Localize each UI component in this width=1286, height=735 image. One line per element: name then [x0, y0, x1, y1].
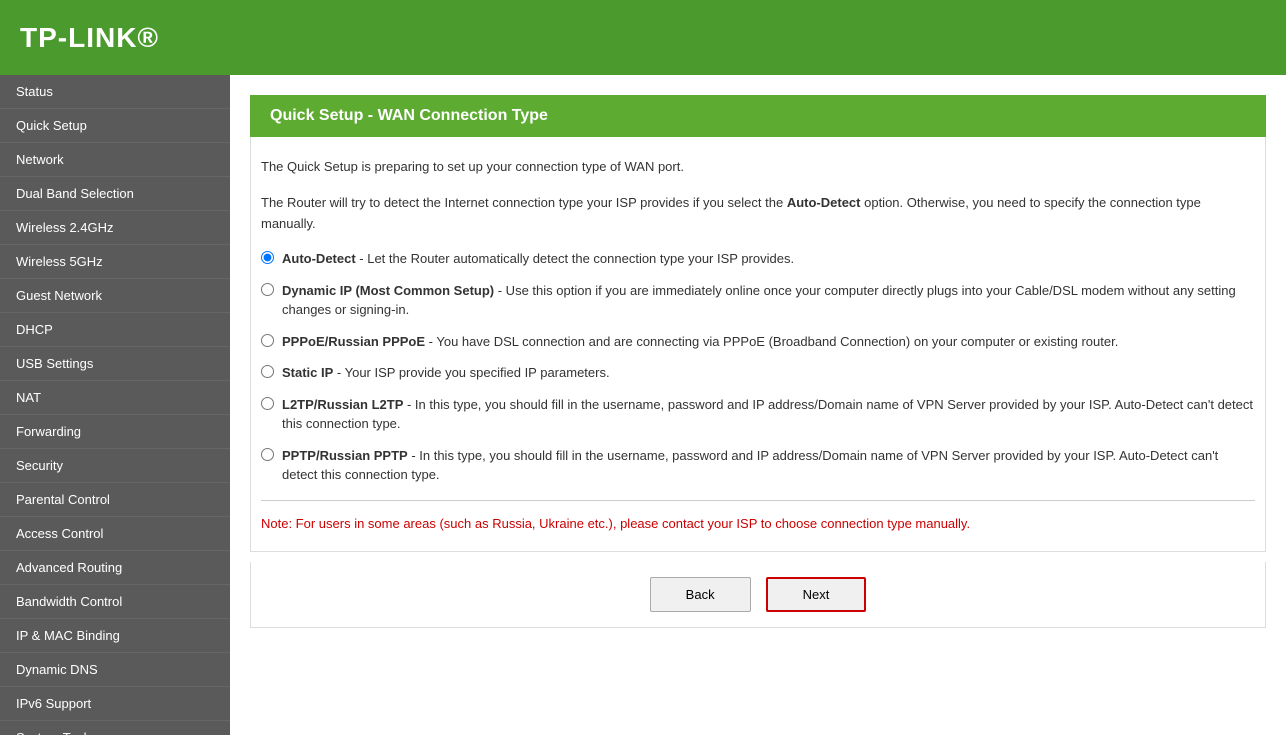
radio-static-ip-label[interactable]: Static IP - Your ISP provide you specifi… [282, 363, 610, 383]
radio-pptp: PPTP/Russian PPTP - In this type, you sh… [261, 446, 1255, 485]
sidebar-item-dhcp[interactable]: DHCP [0, 313, 230, 347]
sidebar-item-security[interactable]: Security [0, 449, 230, 483]
radio-pppoe-input[interactable] [261, 334, 274, 347]
radio-pppoe-label[interactable]: PPPoE/Russian PPPoE - You have DSL conne… [282, 332, 1118, 352]
radio-pptp-input[interactable] [261, 448, 274, 461]
sidebar-item-quick-setup[interactable]: Quick Setup [0, 109, 230, 143]
radio-dynamic-ip-input[interactable] [261, 283, 274, 296]
back-button[interactable]: Back [650, 577, 751, 612]
sidebar-item-network[interactable]: Network [0, 143, 230, 177]
sidebar-item-forwarding[interactable]: Forwarding [0, 415, 230, 449]
sidebar-item-access-control[interactable]: Access Control [0, 517, 230, 551]
divider [261, 500, 1255, 501]
connection-type-group: Auto-Detect - Let the Router automatical… [261, 249, 1255, 485]
radio-static-ip-input[interactable] [261, 365, 274, 378]
content-area: The Quick Setup is preparing to set up y… [250, 137, 1266, 552]
radio-dynamic-ip: Dynamic IP (Most Common Setup) - Use thi… [261, 281, 1255, 320]
sidebar-item-dual-band-selection[interactable]: Dual Band Selection [0, 177, 230, 211]
intro-text-1: The Quick Setup is preparing to set up y… [261, 157, 1255, 178]
note-text: Note: For users in some areas (such as R… [261, 516, 1255, 531]
sidebar-item-guest-network[interactable]: Guest Network [0, 279, 230, 313]
button-area: Back Next [250, 562, 1266, 628]
header: TP-LINK® [0, 0, 1286, 75]
radio-auto-detect-input[interactable] [261, 251, 274, 264]
radio-l2tp: L2TP/Russian L2TP - In this type, you sh… [261, 395, 1255, 434]
sidebar-item-ip-&-mac-binding[interactable]: IP & MAC Binding [0, 619, 230, 653]
sidebar-item-ipv6-support[interactable]: IPv6 Support [0, 687, 230, 721]
sidebar-item-advanced-routing[interactable]: Advanced Routing [0, 551, 230, 585]
sidebar-item-wireless-2.4ghz[interactable]: Wireless 2.4GHz [0, 211, 230, 245]
layout: StatusQuick SetupNetworkDual Band Select… [0, 75, 1286, 735]
next-button[interactable]: Next [766, 577, 867, 612]
page-header: Quick Setup - WAN Connection Type [250, 95, 1266, 137]
sidebar-item-dynamic-dns[interactable]: Dynamic DNS [0, 653, 230, 687]
radio-l2tp-label[interactable]: L2TP/Russian L2TP - In this type, you sh… [282, 395, 1255, 434]
main-content: Quick Setup - WAN Connection Type The Qu… [230, 75, 1286, 735]
page-title: Quick Setup - WAN Connection Type [270, 107, 1246, 125]
radio-l2tp-input[interactable] [261, 397, 274, 410]
sidebar-item-bandwidth-control[interactable]: Bandwidth Control [0, 585, 230, 619]
radio-static-ip: Static IP - Your ISP provide you specifi… [261, 363, 1255, 383]
sidebar-item-nat[interactable]: NAT [0, 381, 230, 415]
radio-dynamic-ip-label[interactable]: Dynamic IP (Most Common Setup) - Use thi… [282, 281, 1255, 320]
intro-text-2: The Router will try to detect the Intern… [261, 193, 1255, 235]
logo: TP-LINK® [20, 22, 159, 54]
sidebar-item-system-tools[interactable]: System Tools [0, 721, 230, 735]
sidebar: StatusQuick SetupNetworkDual Band Select… [0, 75, 230, 735]
radio-pppoe: PPPoE/Russian PPPoE - You have DSL conne… [261, 332, 1255, 352]
radio-auto-detect: Auto-Detect - Let the Router automatical… [261, 249, 1255, 269]
sidebar-item-status[interactable]: Status [0, 75, 230, 109]
radio-pptp-label[interactable]: PPTP/Russian PPTP - In this type, you sh… [282, 446, 1255, 485]
sidebar-item-wireless-5ghz[interactable]: Wireless 5GHz [0, 245, 230, 279]
radio-auto-detect-label[interactable]: Auto-Detect - Let the Router automatical… [282, 249, 794, 269]
sidebar-item-parental-control[interactable]: Parental Control [0, 483, 230, 517]
sidebar-item-usb-settings[interactable]: USB Settings [0, 347, 230, 381]
